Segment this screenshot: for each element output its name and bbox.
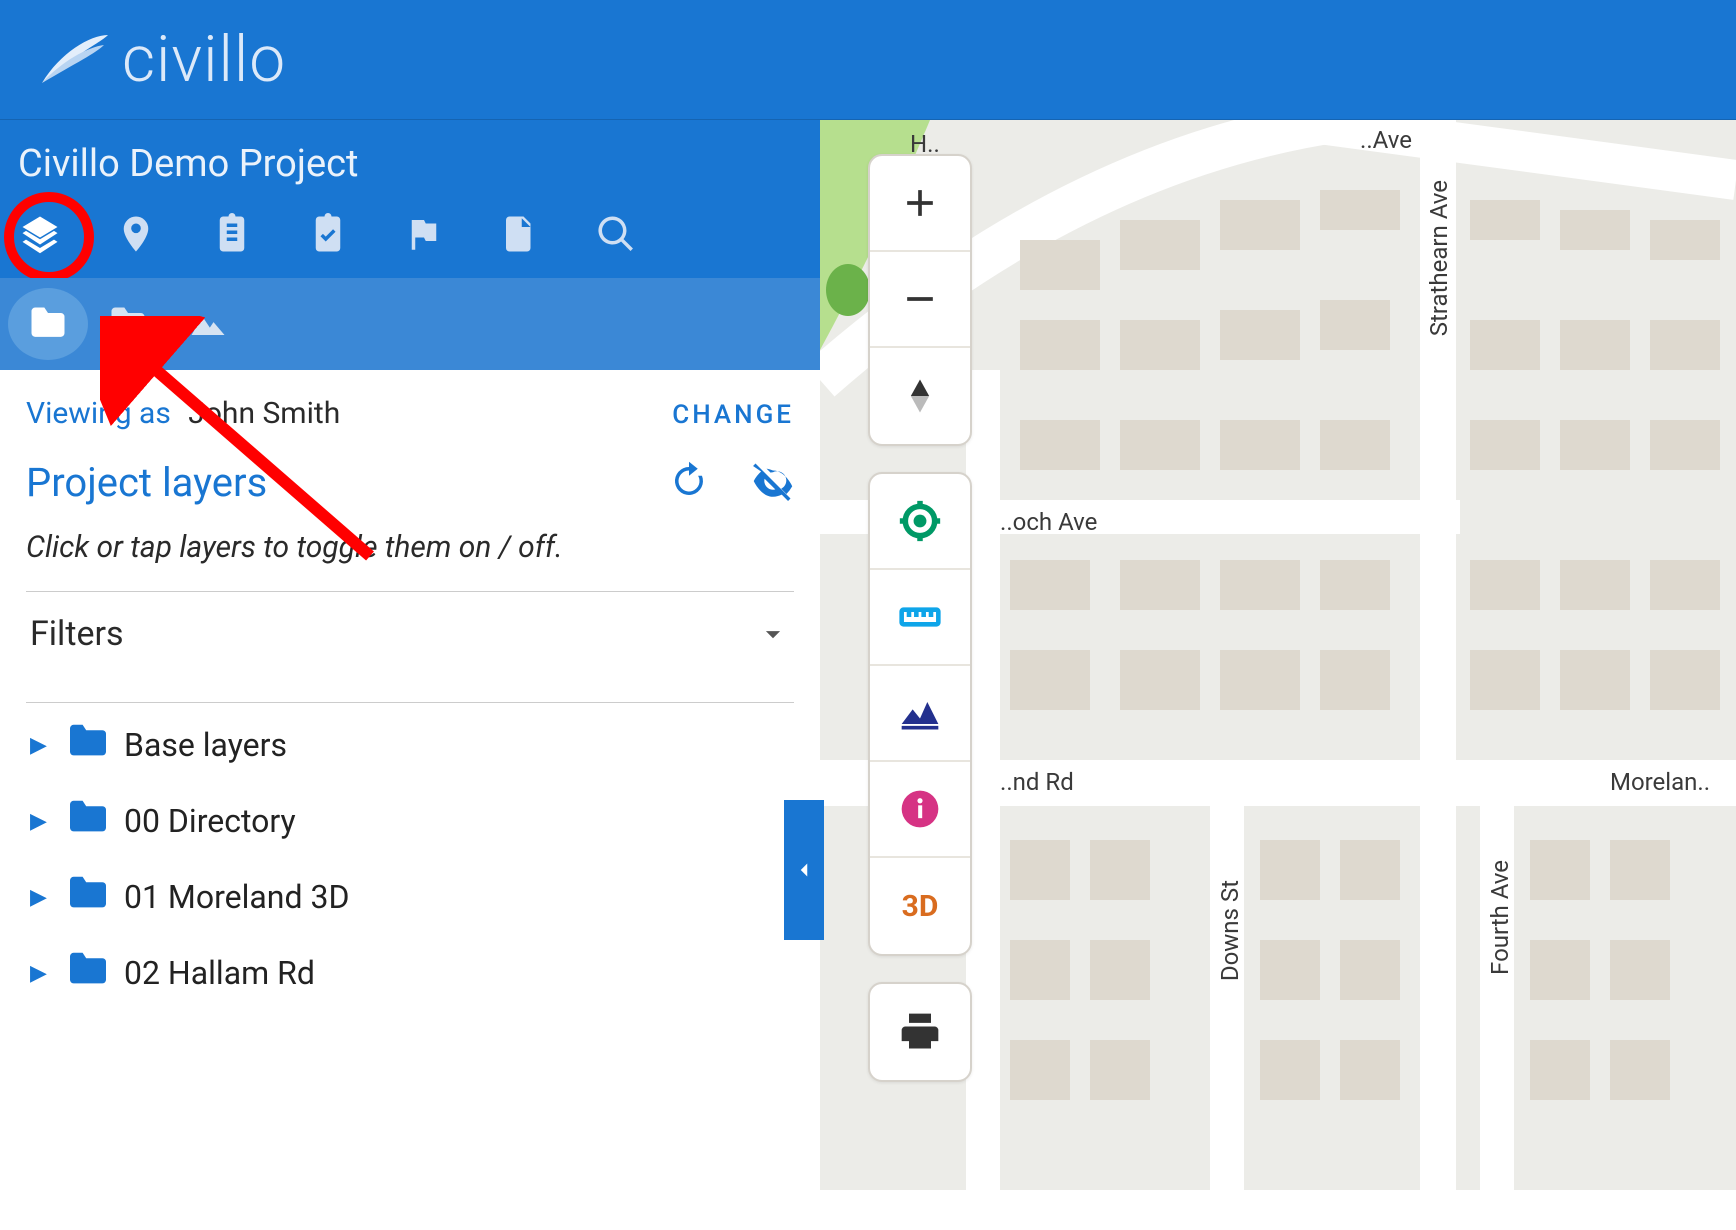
map-controls: 3D — [868, 154, 972, 1082]
clipboard-icon — [211, 213, 253, 255]
layer-folder-item[interactable]: ▶ 01 Moreland 3D — [26, 859, 794, 935]
map-canvas[interactable]: H.. ..Ave Strathearn Ave ..och Ave ..nd … — [820, 120, 1736, 1230]
zoom-out-button[interactable] — [870, 252, 970, 348]
layer-name: 01 Moreland 3D — [124, 878, 349, 916]
tool-search[interactable] — [588, 206, 644, 262]
brand-swoosh-icon — [40, 33, 110, 87]
filters-row[interactable]: Filters — [26, 592, 794, 676]
sidebar-subtabs — [0, 278, 820, 370]
three-d-label: 3D — [902, 889, 939, 924]
refresh-button[interactable] — [668, 460, 710, 506]
sidebar: Civillo Demo Project — [0, 120, 820, 1230]
layers-panel: Viewing as John Smith CHANGE Project lay… — [0, 370, 820, 1230]
print-icon — [898, 1010, 942, 1054]
locate-icon — [898, 499, 942, 543]
layer-tree: ▶ Base layers ▶ 00 Directory ▶ 01 Morela… — [26, 707, 794, 1011]
info-button[interactable] — [870, 762, 970, 858]
layer-folder-item[interactable]: ▶ Base layers — [26, 707, 794, 783]
tool-checklist[interactable] — [300, 206, 356, 262]
clipboard-check-icon — [307, 213, 349, 255]
chevron-down-icon — [756, 617, 790, 651]
terrain-icon — [186, 302, 230, 346]
folder-icon — [66, 723, 110, 767]
viewing-label: Viewing as — [26, 396, 171, 431]
street-label: Downs St — [1216, 880, 1244, 981]
section-hint: Click or tap layers to toggle them on / … — [26, 530, 794, 565]
street-label: Strathearn Ave — [1425, 180, 1453, 336]
brand-logo: civillo — [40, 22, 286, 97]
viewing-row: Viewing as John Smith CHANGE — [26, 396, 794, 431]
subtab-person-folder[interactable] — [88, 288, 168, 360]
filters-label: Filters — [30, 614, 124, 654]
subtab-folder[interactable] — [8, 288, 88, 360]
pin-icon — [115, 213, 157, 255]
subtab-terrain[interactable] — [168, 288, 248, 360]
layer-name: 02 Hallam Rd — [124, 954, 315, 992]
street-label: ..Ave — [1360, 126, 1412, 154]
tool-control-group: 3D — [868, 472, 972, 956]
plus-icon — [898, 181, 942, 225]
info-icon — [898, 787, 942, 831]
search-icon — [595, 213, 637, 255]
layer-name: 00 Directory — [124, 802, 296, 840]
street-label: ..och Ave — [1000, 508, 1097, 536]
area-chart-icon — [898, 691, 942, 735]
caret-right-icon: ▶ — [30, 809, 48, 834]
visibility-off-icon — [752, 460, 794, 502]
layer-folder-item[interactable]: ▶ 00 Directory — [26, 783, 794, 859]
locate-button[interactable] — [870, 474, 970, 570]
print-control-group — [868, 982, 972, 1082]
profile-button[interactable] — [870, 666, 970, 762]
chevron-left-icon — [791, 857, 817, 883]
folder-icon — [66, 799, 110, 843]
reset-north-button[interactable] — [870, 348, 970, 444]
visibility-off-button[interactable] — [752, 460, 794, 506]
street-label: Fourth Ave — [1486, 860, 1514, 975]
sidebar-collapse-button[interactable] — [784, 800, 824, 940]
street-label: Morelan.. — [1610, 768, 1710, 796]
zoom-control-group — [868, 154, 972, 446]
layer-folder-item[interactable]: ▶ 02 Hallam Rd — [26, 935, 794, 1011]
folder-icon — [26, 302, 70, 346]
zoom-in-button[interactable] — [870, 156, 970, 252]
folder-icon — [66, 951, 110, 995]
measure-button[interactable] — [870, 570, 970, 666]
project-title: Civillo Demo Project — [0, 120, 820, 196]
flag-icon — [403, 213, 445, 255]
layers-icon — [19, 213, 61, 255]
sidebar-toolbar — [0, 196, 820, 278]
tool-flag[interactable] — [396, 206, 452, 262]
minus-icon — [898, 277, 942, 321]
street-label: ..nd Rd — [1000, 768, 1074, 796]
refresh-icon — [668, 460, 710, 502]
tool-pin[interactable] — [108, 206, 164, 262]
tool-clipboard[interactable] — [204, 206, 260, 262]
section-title: Project layers — [26, 459, 267, 506]
app-header: civillo — [0, 0, 1736, 120]
viewing-user: John Smith — [188, 396, 340, 431]
compass-north-icon — [898, 374, 942, 418]
caret-right-icon: ▶ — [30, 733, 48, 758]
folder-icon — [66, 875, 110, 919]
print-button[interactable] — [870, 984, 970, 1080]
caret-right-icon: ▶ — [30, 961, 48, 986]
layer-name: Base layers — [124, 726, 287, 764]
caret-right-icon: ▶ — [30, 885, 48, 910]
brand-name: civillo — [122, 22, 286, 97]
three-d-button[interactable]: 3D — [870, 858, 970, 954]
tool-layers[interactable] — [12, 206, 68, 262]
separator — [26, 702, 794, 703]
ruler-icon — [898, 595, 942, 639]
person-folder-icon — [106, 302, 150, 346]
tool-file[interactable] — [492, 206, 548, 262]
change-user-link[interactable]: CHANGE — [672, 400, 794, 430]
file-icon — [499, 213, 541, 255]
